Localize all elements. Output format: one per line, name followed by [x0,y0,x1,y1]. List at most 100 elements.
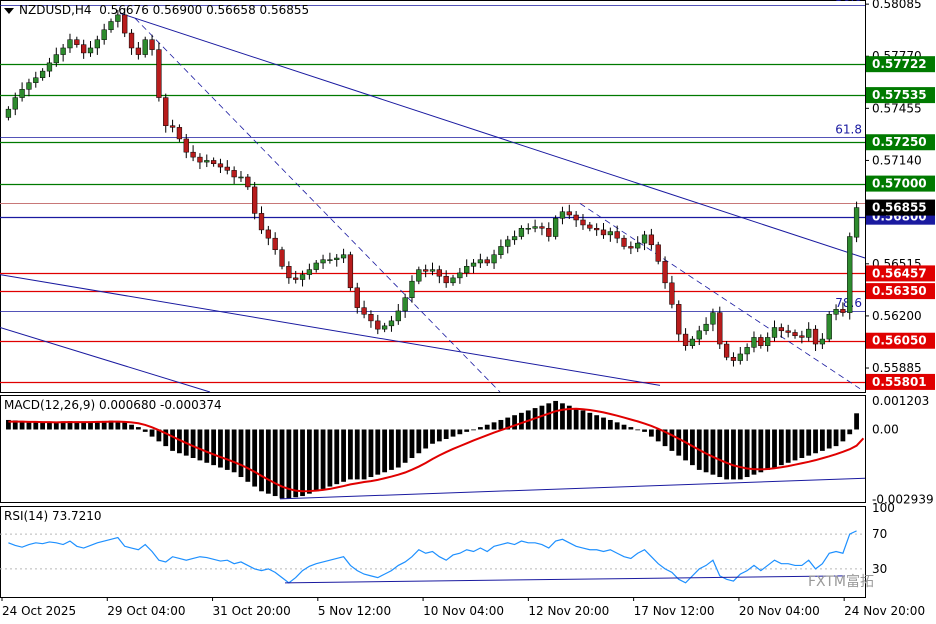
candle-body [696,330,702,340]
macd-histogram-bar [731,429,736,480]
candle-body [655,244,661,262]
candle-body [491,254,497,264]
macd-histogram-bar [635,429,641,431]
macd-histogram-bar [272,429,278,497]
candle-body [409,280,415,298]
candle-body [641,234,648,244]
ohlc-readout: 0.56676 0.56900 0.56658 0.56855 [99,3,310,17]
macd-axis-label: 0.001203 [872,394,929,408]
candle-body [272,237,278,251]
candle-body [176,127,183,140]
candle-body [258,213,265,231]
macd-histogram-bar [601,417,606,430]
candle-body [381,325,388,330]
candle-body [327,259,333,261]
macd-axis-label: 0.00 [872,422,899,436]
macd-histogram-bar [498,419,504,430]
candle-body [183,138,189,153]
candle-body [436,269,442,277]
macd-histogram-bar [218,429,223,468]
candle-body [778,327,784,332]
candle-body [812,328,819,345]
dropdown-triangle-icon[interactable] [4,7,14,14]
macd-histogram-bar [423,429,429,449]
price-tick-label: 0.57140 [872,153,922,167]
time-tick-label: 31 Oct 20:00 [213,604,291,618]
candle-body [293,277,299,280]
macd-histogram-bar [737,429,743,480]
macd-histogram-bar [491,422,497,430]
candle-body [279,249,285,267]
macd-histogram-bar [744,429,750,478]
current-price-tag: 0.56855 [872,201,927,215]
candle-body [628,246,634,249]
candle-body [19,89,25,98]
macd-histogram-bar [648,429,654,437]
main-pane-border [0,0,866,393]
candle-body [12,97,18,110]
trend-line-dashed [134,17,501,393]
candle-body [368,314,374,322]
candle-body [532,226,538,229]
time-tick-label: 24 Oct 2025 [2,604,76,618]
candle-body [682,333,689,346]
candle-body [416,269,422,282]
support-price-tag: 0.56457 [872,266,927,280]
candle-body [74,39,80,45]
candle-body [635,242,641,249]
macd-histogram-bar [594,415,600,430]
macd-histogram-bar [840,429,846,442]
macd-histogram-bar [204,429,210,463]
candle-body [587,224,593,229]
candle-body [498,246,504,255]
candle-body [614,231,620,239]
macd-histogram-bar [683,429,688,461]
macd-histogram-bar [348,429,353,480]
macd-histogram-bar [320,429,326,489]
rsi-label: RSI(14) 73.7210 [4,509,102,523]
macd-histogram-bar [669,429,675,451]
candle-body [751,337,757,348]
macd-histogram-bar [170,429,175,451]
macd-histogram-bar [724,429,730,480]
macd-histogram-bar [785,429,791,463]
macd-histogram-bar [710,429,716,475]
time-axis: 24 Oct 2025 29 Oct 04:00 31 Oct 20:00 5 Nov… [1,597,925,618]
macd-histogram-bar [197,429,203,461]
macd-histogram-bar [539,405,545,430]
macd-histogram-bar [464,429,470,432]
macd-histogram-bar [252,429,258,487]
macd-histogram-bar [313,429,319,492]
candle-body [423,269,429,272]
candle-body [477,259,484,264]
macd-histogram-bar [751,429,757,475]
candle-body [450,277,456,284]
chart-frame [0,0,866,598]
macd-histogram-bar [211,429,217,466]
macd-histogram-bar [327,429,333,487]
candle-body [245,176,251,188]
time-tick-label: 17 Nov 12:00 [634,604,715,618]
macd-histogram-bar [628,427,634,430]
candle-body [662,261,668,284]
macd-histogram-bar [334,429,340,485]
candles [5,7,860,367]
candle-body [169,125,176,128]
macd-histogram-bar [553,400,559,430]
candle-body [252,186,258,214]
candle-body [799,335,805,338]
symbol-timeframe: NZDUSD,H4 [19,3,92,17]
candle-body [559,211,566,219]
candle-body [210,160,217,164]
macd-histogram-bar [354,429,360,480]
candle-body [819,338,826,345]
macd-histogram-bar [813,429,818,454]
macd-histogram-bar [149,429,155,437]
candle-body [600,229,607,236]
candle-body [833,309,839,315]
macd-histogram-bar [430,429,435,444]
macd-histogram-bar [368,429,374,478]
candle-body [231,170,237,178]
rsi-axis-label: 100 [872,501,895,515]
macd-histogram-bar [129,424,134,430]
